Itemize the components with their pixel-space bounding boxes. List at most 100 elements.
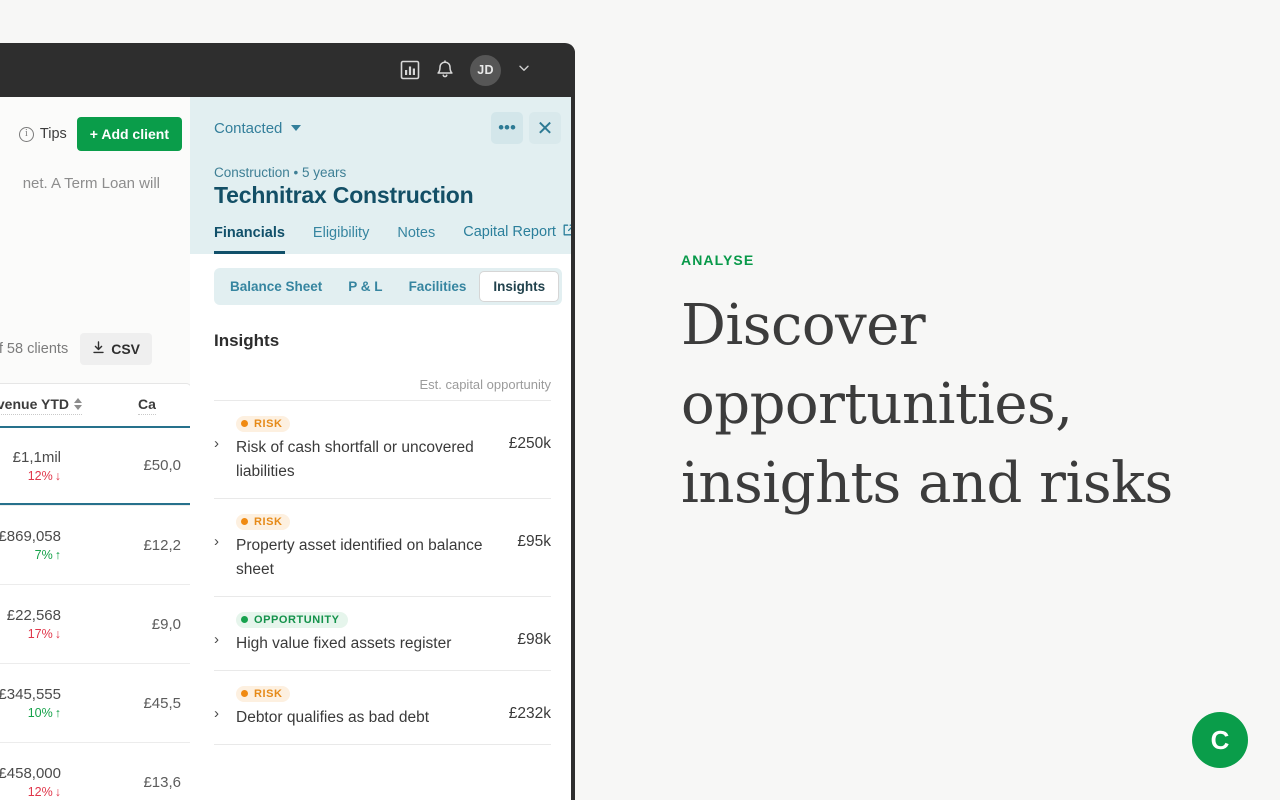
revenue-delta-value: 10%	[27, 706, 53, 720]
promo-eyebrow: ANALYSE	[681, 252, 755, 268]
bell-icon[interactable]	[436, 60, 454, 80]
insights-legend: Est. capital opportunity	[419, 377, 551, 392]
tips-blurb-text: net. A Term Loan will	[22, 175, 160, 192]
revenue-delta: 12% ↓	[0, 785, 61, 799]
revenue-delta-value: 7%	[34, 548, 53, 562]
cell-cash: £50,0	[143, 457, 181, 474]
table-row[interactable]: £869,058 7% ↑ £12,2	[0, 505, 191, 584]
tab-financials-label: Financials	[214, 225, 285, 241]
clients-table-header: Revenue YTD Ca	[0, 384, 191, 426]
arrow-up-icon: ↑	[54, 548, 61, 562]
page-title: Technitrax Construction	[214, 182, 474, 208]
arrow-down-icon: ↓	[54, 785, 61, 799]
status-dot-icon	[241, 690, 248, 698]
insight-main: RISK Risk of cash shortfall or uncovered …	[236, 414, 493, 484]
chat-launcher-button[interactable]: C	[1192, 712, 1248, 768]
revenue-value: £22,568	[6, 607, 61, 624]
status-badge: RISK	[236, 685, 291, 702]
panel-header-row: Contacted ••• ✕	[190, 97, 575, 159]
column-header-cash[interactable]: Ca	[138, 396, 156, 415]
insight-description: Risk of cash shortfall or uncovered liab…	[236, 439, 474, 481]
sort-icon[interactable]	[74, 397, 82, 410]
add-client-button[interactable]: + Add client	[76, 117, 182, 151]
table-row[interactable]: £345,555 10% ↑ £45,5	[0, 663, 191, 742]
cell-cash: £13,6	[143, 773, 181, 791]
status-badge: RISK	[236, 513, 291, 530]
close-panel-button[interactable]: ✕	[529, 112, 561, 144]
segment-insights[interactable]: Insights	[479, 271, 560, 302]
chevron-down-icon	[291, 125, 302, 131]
insight-main: RISK Debtor qualifies as bad debt	[236, 684, 493, 730]
chart-icon[interactable]	[400, 60, 420, 80]
chevron-right-icon[interactable]: ›	[214, 534, 226, 549]
insight-row[interactable]: › RISK Debtor qualifies as bad debt £232k	[214, 670, 551, 746]
insight-description: High value fixed assets register	[236, 635, 452, 653]
top-navigation-bar: JD	[0, 43, 575, 97]
capital-report-link[interactable]: Capital Report	[463, 223, 575, 254]
cell-revenue-ytd: £345,555 10% ↑	[0, 686, 71, 720]
tab-eligibility[interactable]: Eligibility	[313, 225, 369, 254]
cell-revenue-ytd: £1,1mil 12% ↓	[0, 449, 71, 483]
tab-financials[interactable]: Financials	[214, 225, 285, 254]
cell-cash: £9,0	[151, 615, 181, 633]
insight-description: Property asset identified on balance she…	[236, 537, 483, 579]
panel-body: Balance Sheet P & L Facilities Insights Ins…	[190, 254, 575, 746]
segment-facilities[interactable]: Facilities	[396, 272, 480, 301]
insights-list: › RISK Risk of cash shortfall or uncovered…	[190, 400, 575, 746]
client-detail-panel: Contacted ••• ✕ Construction • 5 years T…	[190, 97, 575, 800]
column-header-revenue-ytd[interactable]: Revenue YTD	[0, 396, 82, 415]
revenue-delta-value: 12%	[27, 785, 53, 799]
chevron-right-icon[interactable]: ›	[214, 632, 226, 647]
status-dot-icon	[241, 420, 248, 427]
clients-table-body: £1,1mil 12% ↓ £50,0 £869,058 7% ↑ £12,2 £22,568 1…	[0, 426, 191, 800]
status-badge-label: RISK	[254, 417, 283, 430]
chevron-right-icon[interactable]: ›	[214, 706, 226, 721]
avatar-initials: JD	[477, 63, 494, 77]
insight-main: RISK Property asset identified on balance…	[236, 512, 501, 582]
export-csv-button[interactable]: CSV	[80, 333, 152, 365]
status-dropdown[interactable]: Contacted	[214, 119, 302, 137]
column-header-revenue-ytd-label: Revenue YTD	[0, 395, 69, 412]
external-link-icon	[562, 223, 575, 241]
table-row[interactable]: £22,568 17% ↓ £9,0	[0, 584, 191, 663]
clients-table: Revenue YTD Ca £1,1mil12%↓ £50,0 £869,0587…	[0, 383, 192, 800]
insight-row[interactable]: › RISK Risk of cash shortfall or uncovered…	[214, 400, 551, 498]
status-badge: OPPORTUNITY	[236, 611, 348, 628]
tips-control[interactable]: i Tips	[18, 126, 67, 142]
status-dot-icon	[241, 518, 248, 526]
insight-amount: £95k	[517, 533, 551, 551]
table-row[interactable]: £458,000 12% ↓ £13,6	[0, 742, 191, 800]
revenue-delta: 10% ↑	[0, 706, 61, 720]
insight-amount: £250k	[508, 435, 551, 452]
chat-launcher-label: C	[1210, 724, 1230, 755]
promo-heading: Discover opportunities, insights and ris…	[681, 293, 1173, 516]
topbar-icon-group: JD	[400, 54, 531, 86]
insight-amount: £232k	[508, 705, 551, 723]
close-icon: ✕	[536, 117, 554, 140]
app-window: JD i Tips + Add client net. A Term Loan …	[0, 43, 575, 800]
insight-row[interactable]: › OPPORTUNITY High value fixed assets regi…	[214, 596, 551, 670]
chevron-right-icon[interactable]: ›	[214, 436, 226, 451]
cell-cash: £45,5	[143, 694, 181, 712]
insight-description: Debtor qualifies as bad debt	[236, 709, 430, 727]
revenue-value: £345,555	[0, 686, 61, 703]
client-list-toolbar: i Tips + Add client	[0, 97, 192, 171]
cell-revenue-ytd: £22,568 17% ↓	[0, 607, 71, 641]
chevron-down-icon[interactable]	[517, 61, 531, 80]
status-dot-icon	[241, 616, 248, 624]
table-row[interactable]: £1,1mil 12% ↓ £50,0	[0, 426, 191, 505]
tab-eligibility-label: Eligibility	[312, 225, 370, 241]
segment-balance-sheet[interactable]: Balance Sheet	[217, 272, 335, 301]
panel-header: Contacted ••• ✕ Construction • 5 years T…	[190, 97, 575, 254]
segment-p-l[interactable]: P & L	[335, 272, 395, 301]
status-label: Contacted	[214, 119, 283, 137]
client-meta: Construction • 5 years	[214, 165, 347, 180]
tab-notes[interactable]: Notes	[397, 225, 435, 254]
more-options-button[interactable]: •••	[491, 112, 523, 144]
client-count-row: of 58 clients CSV	[0, 333, 192, 365]
avatar[interactable]: JD	[470, 54, 501, 86]
screen: JD i Tips + Add client net. A Term Loan …	[0, 0, 1280, 800]
status-badge: RISK	[236, 415, 291, 432]
insight-row[interactable]: › RISK Property asset identified on balanc…	[214, 498, 551, 596]
revenue-value: £458,000	[0, 765, 61, 782]
